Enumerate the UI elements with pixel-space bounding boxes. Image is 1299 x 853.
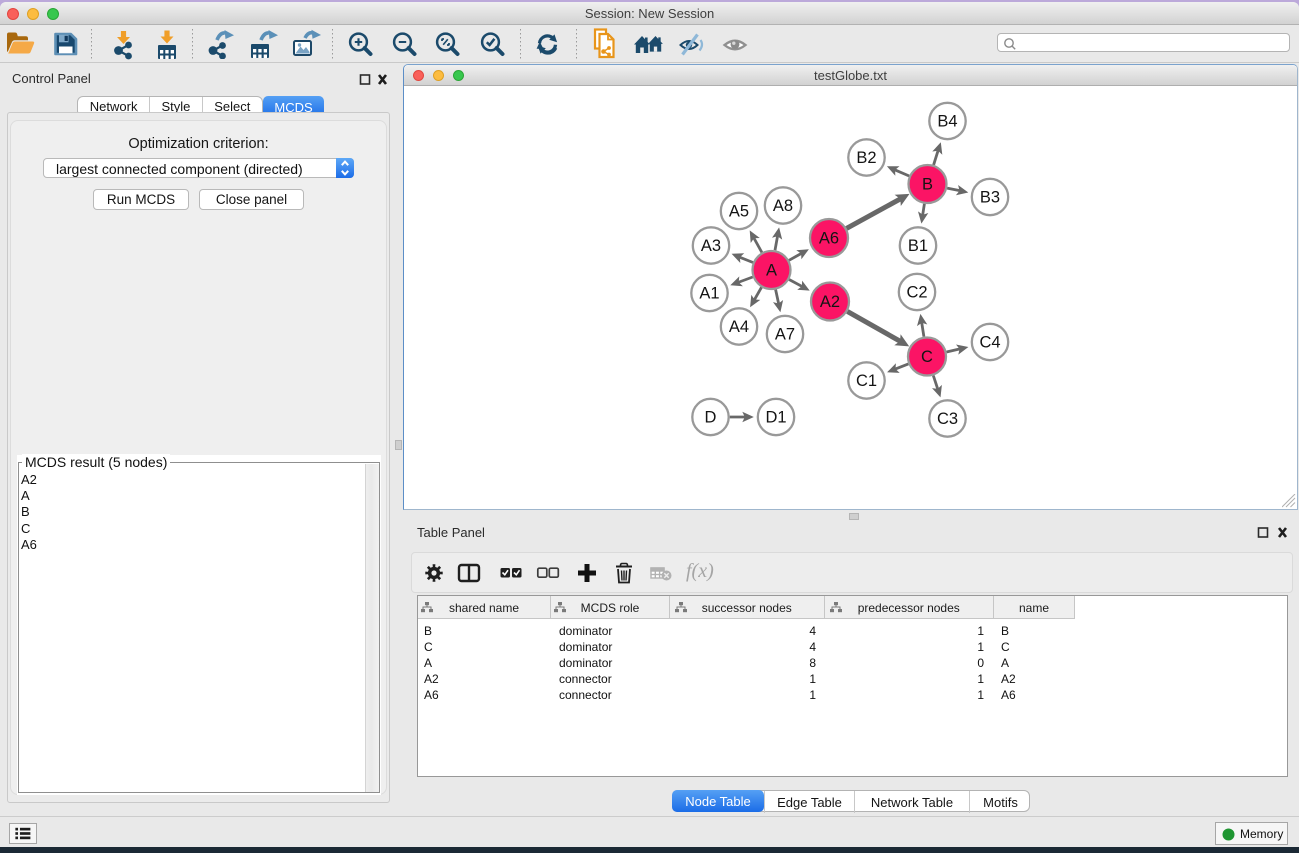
svg-text:D1: D1 xyxy=(765,409,786,427)
svg-text:B3: B3 xyxy=(980,189,1000,207)
svg-text:A1: A1 xyxy=(699,285,719,303)
svg-text:A3: A3 xyxy=(701,237,721,255)
svg-text:A: A xyxy=(766,262,777,280)
svg-text:A2: A2 xyxy=(820,293,840,311)
svg-text:B: B xyxy=(922,176,933,194)
svg-text:B1: B1 xyxy=(908,237,928,255)
svg-text:C1: C1 xyxy=(856,372,877,390)
svg-text:A8: A8 xyxy=(773,197,793,215)
svg-text:B2: B2 xyxy=(856,149,876,167)
svg-text:A5: A5 xyxy=(729,203,749,221)
svg-text:C: C xyxy=(921,348,933,366)
svg-text:A4: A4 xyxy=(729,318,749,336)
svg-text:D: D xyxy=(705,409,717,427)
svg-text:C3: C3 xyxy=(937,410,958,428)
svg-text:C4: C4 xyxy=(979,334,1000,352)
svg-text:A7: A7 xyxy=(775,326,795,344)
svg-text:B4: B4 xyxy=(937,113,957,131)
svg-text:C2: C2 xyxy=(906,284,927,302)
svg-text:A6: A6 xyxy=(819,230,839,248)
